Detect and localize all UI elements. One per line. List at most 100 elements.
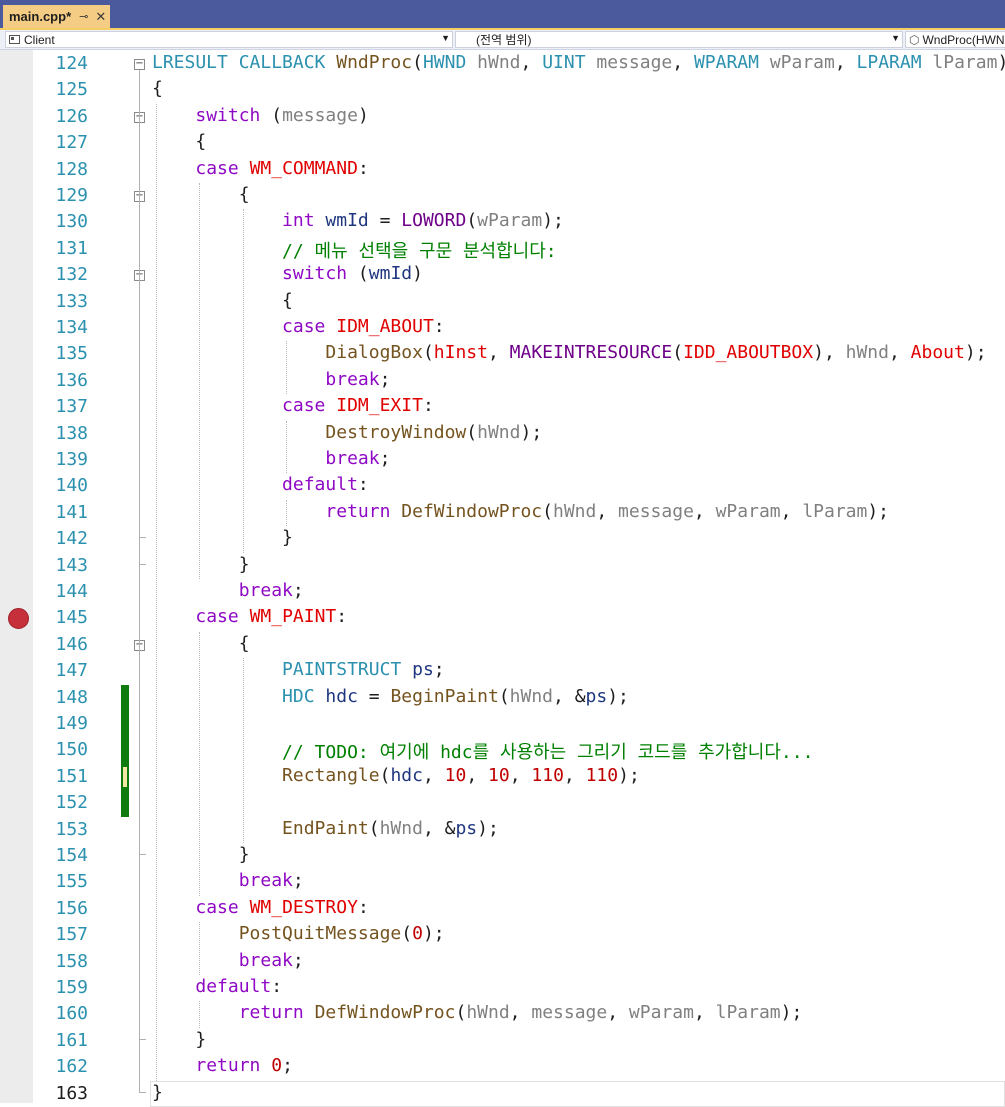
code-line[interactable]: 150 // TODO: 여기에 hdc를 사용하는 그리기 코드를 추가합니다… (0, 737, 1005, 763)
line-number: 162 (55, 1056, 88, 1078)
code-text[interactable]: case WM_COMMAND: (152, 158, 368, 179)
close-icon[interactable]: ✕ (95, 9, 106, 25)
chevron-down-icon: ▼ (891, 33, 900, 43)
code-text[interactable]: DestroyWindow(hWnd); (152, 422, 542, 443)
code-text[interactable]: return 0; (152, 1055, 293, 1076)
code-text[interactable]: case IDM_ABOUT: (152, 316, 445, 337)
code-text[interactable]: break; (152, 580, 304, 601)
code-text[interactable]: default: (152, 474, 369, 495)
code-text[interactable]: return DefWindowProc(hWnd, message, wPar… (152, 501, 889, 522)
navigation-bar: Client ▼ (전역 범위) ▼ ⬡ WndProc(HWN (0, 30, 1005, 50)
code-line[interactable]: 145 case WM_PAINT: (0, 605, 1005, 631)
code-line[interactable]: 155 break; (0, 869, 1005, 895)
code-line[interactable]: 137 case IDM_EXIT: (0, 394, 1005, 420)
cube-icon: ⬡ (909, 32, 920, 47)
code-line[interactable]: 126 switch (message) (0, 104, 1005, 130)
code-line[interactable]: 125 { (0, 77, 1005, 103)
line-number: 150 (55, 739, 88, 761)
code-line[interactable]: 147 PAINTSTRUCT ps; (0, 658, 1005, 684)
code-line[interactable]: 161 } (0, 1028, 1005, 1054)
line-number: 153 (55, 818, 88, 840)
chevron-down-icon: ▼ (441, 33, 450, 43)
member-dropdown[interactable]: ⬡ WndProc(HWN (905, 31, 1005, 48)
code-line[interactable]: 149 (0, 711, 1005, 737)
code-line[interactable]: 132 switch (wmId) (0, 262, 1005, 288)
code-text[interactable]: PAINTSTRUCT ps; (152, 659, 445, 680)
code-line[interactable]: 151 Rectangle(hdc, 10, 10, 110, 110); (0, 764, 1005, 790)
code-text[interactable]: DialogBox(hInst, MAKEINTRESOURCE(IDD_ABO… (152, 342, 986, 363)
code-text[interactable]: } (152, 844, 250, 865)
code-text[interactable]: } (152, 1082, 163, 1103)
code-text[interactable]: default: (152, 976, 282, 997)
code-line[interactable]: 156 case WM_DESTROY: (0, 896, 1005, 922)
code-line[interactable]: 159 default: (0, 975, 1005, 1001)
code-line[interactable]: 135 DialogBox(hInst, MAKEINTRESOURCE(IDD… (0, 341, 1005, 367)
code-line[interactable]: 128 case WM_COMMAND: (0, 157, 1005, 183)
code-line[interactable]: 138 DestroyWindow(hWnd); (0, 421, 1005, 447)
code-editor[interactable]: 124 LRESULT CALLBACK WndProc(HWND hWnd, U… (0, 50, 1005, 1107)
code-line[interactable]: 144 break; (0, 579, 1005, 605)
code-text[interactable]: break; (152, 448, 390, 469)
code-text[interactable]: HDC hdc = BeginPaint(hWnd, &ps); (152, 686, 629, 707)
code-text[interactable]: } (152, 1029, 206, 1050)
project-dropdown[interactable]: Client ▼ (5, 31, 453, 48)
code-text[interactable]: case WM_DESTROY: (152, 897, 368, 918)
line-number: 143 (55, 554, 88, 576)
code-line[interactable]: 154 } (0, 843, 1005, 869)
code-text[interactable]: } (152, 527, 293, 548)
code-text[interactable]: { (152, 78, 163, 99)
tab-main-cpp[interactable]: main.cpp* ⊸ ✕ (3, 5, 110, 28)
code-line[interactable]: 163} (0, 1081, 1005, 1107)
code-text[interactable]: break; (152, 950, 304, 971)
code-text[interactable]: // 메뉴 선택을 구문 분석합니다: (152, 237, 557, 263)
code-line[interactable]: 131 // 메뉴 선택을 구문 분석합니다: (0, 236, 1005, 262)
code-text[interactable]: { (152, 290, 293, 311)
code-line[interactable]: 153 EndPaint(hWnd, &ps); (0, 817, 1005, 843)
line-number: 136 (55, 369, 88, 391)
code-text[interactable]: PostQuitMessage(0); (152, 923, 445, 944)
code-line[interactable]: 136 break; (0, 368, 1005, 394)
code-text[interactable]: Rectangle(hdc, 10, 10, 110, 110); (152, 765, 640, 786)
code-text[interactable]: switch (wmId) (152, 263, 423, 284)
code-text[interactable]: // TODO: 여기에 hdc를 사용하는 그리기 코드를 추가합니다... (152, 738, 813, 764)
code-text[interactable]: return DefWindowProc(hWnd, message, wPar… (152, 1002, 803, 1023)
code-line[interactable]: 157 PostQuitMessage(0); (0, 922, 1005, 948)
code-text[interactable]: int wmId = LOWORD(wParam); (152, 210, 564, 231)
code-line[interactable]: 124 LRESULT CALLBACK WndProc(HWND hWnd, U… (0, 51, 1005, 77)
code-line[interactable]: 129 { (0, 183, 1005, 209)
code-line[interactable]: 130 int wmId = LOWORD(wParam); (0, 209, 1005, 235)
code-text[interactable]: case WM_PAINT: (152, 606, 347, 627)
code-line[interactable]: 127 { (0, 130, 1005, 156)
code-line[interactable]: 142 } (0, 526, 1005, 552)
code-text[interactable]: { (152, 633, 250, 654)
line-number: 140 (55, 475, 88, 497)
code-line[interactable]: 133 { (0, 289, 1005, 315)
code-text[interactable]: break; (152, 870, 304, 891)
code-line[interactable]: 140 default: (0, 473, 1005, 499)
code-line[interactable]: 141 return DefWindowProc(hWnd, message, … (0, 500, 1005, 526)
code-line[interactable]: 160 return DefWindowProc(hWnd, message, … (0, 1001, 1005, 1027)
code-line[interactable]: 152 (0, 790, 1005, 816)
code-text[interactable]: { (152, 184, 250, 205)
pin-icon[interactable]: ⊸ (79, 10, 88, 23)
line-number: 126 (55, 105, 88, 127)
code-line[interactable]: 143 } (0, 553, 1005, 579)
code-line[interactable]: 148 HDC hdc = BeginPaint(hWnd, &ps); (0, 685, 1005, 711)
code-line[interactable]: 162 return 0; (0, 1054, 1005, 1080)
fold-end (139, 1038, 146, 1040)
code-line[interactable]: 134 case IDM_ABOUT: (0, 315, 1005, 341)
code-line[interactable]: 139 break; (0, 447, 1005, 473)
code-line[interactable]: 158 break; (0, 949, 1005, 975)
code-text[interactable]: break; (152, 369, 390, 390)
scope-dropdown[interactable]: (전역 범위) ▼ (455, 31, 903, 48)
collapse-icon[interactable]: − (134, 59, 145, 70)
code-text[interactable]: } (152, 554, 250, 575)
code-text[interactable]: switch (message) (152, 105, 368, 126)
code-text[interactable]: { (152, 131, 206, 152)
code-text[interactable]: case IDM_EXIT: (152, 395, 434, 416)
code-line[interactable]: 146 { (0, 632, 1005, 658)
code-text[interactable]: EndPaint(hWnd, &ps); (152, 818, 499, 839)
line-number: 152 (55, 792, 88, 814)
code-text[interactable]: LRESULT CALLBACK WndProc(HWND hWnd, UINT… (152, 52, 1005, 73)
line-number: 128 (55, 158, 88, 180)
